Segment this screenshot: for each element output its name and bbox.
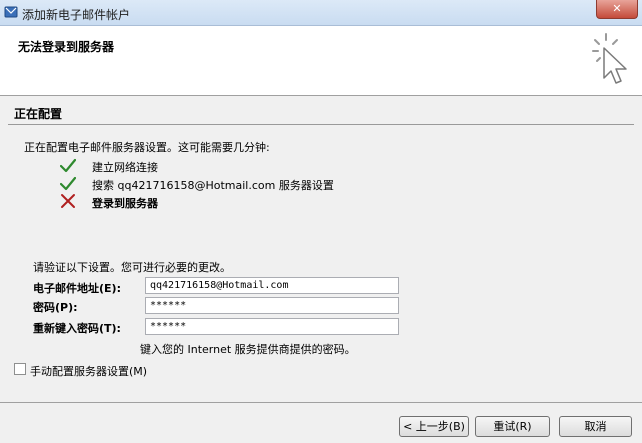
click-cursor-icon bbox=[592, 33, 627, 84]
step-label: 登录到服务器 bbox=[92, 197, 158, 210]
step-label: 搜索 qq421716158@Hotmail.com 服务器设置 bbox=[92, 179, 334, 192]
password-confirm-label: 重新键入密码(T): bbox=[33, 322, 121, 335]
section-title: 正在配置 bbox=[14, 107, 63, 121]
check-icon bbox=[60, 176, 76, 191]
configuring-intro: 正在配置电子邮件服务器设置。这可能需要几分钟: bbox=[24, 141, 270, 154]
manual-config-label[interactable]: 手动配置服务器设置(M) bbox=[30, 363, 147, 379]
check-icon bbox=[60, 158, 76, 173]
back-button[interactable]: < 上一步(B) bbox=[399, 416, 469, 437]
password-hint: 键入您的 Internet 服务提供商提供的密码。 bbox=[140, 343, 356, 356]
wizard-header: 无法登录到服务器 bbox=[0, 26, 642, 96]
page-title: 无法登录到服务器 bbox=[18, 40, 115, 54]
window-title: 添加新电子邮件帐户 bbox=[22, 8, 131, 22]
window-close-button[interactable]: ✕ bbox=[596, 0, 638, 19]
section-divider bbox=[8, 124, 634, 125]
retry-button[interactable]: 重试(R) bbox=[475, 416, 550, 437]
email-label: 电子邮件地址(E): bbox=[33, 282, 121, 295]
window-titlebar: 添加新电子邮件帐户 ✕ bbox=[0, 0, 642, 26]
password-label: 密码(P): bbox=[33, 301, 78, 314]
footer-divider bbox=[0, 402, 642, 403]
cancel-button[interactable]: 取消 bbox=[559, 416, 632, 437]
password-field[interactable]: ****** bbox=[145, 297, 399, 314]
verify-instructions: 请验证以下设置。您可进行必要的更改。 bbox=[33, 261, 231, 274]
email-field[interactable]: qq421716158@Hotmail.com bbox=[145, 277, 399, 294]
outlook-app-icon bbox=[4, 6, 18, 18]
cross-icon bbox=[61, 194, 75, 208]
manual-config-checkbox[interactable] bbox=[14, 363, 26, 375]
password-confirm-field[interactable]: ****** bbox=[145, 318, 399, 335]
step-label: 建立网络连接 bbox=[92, 161, 158, 174]
